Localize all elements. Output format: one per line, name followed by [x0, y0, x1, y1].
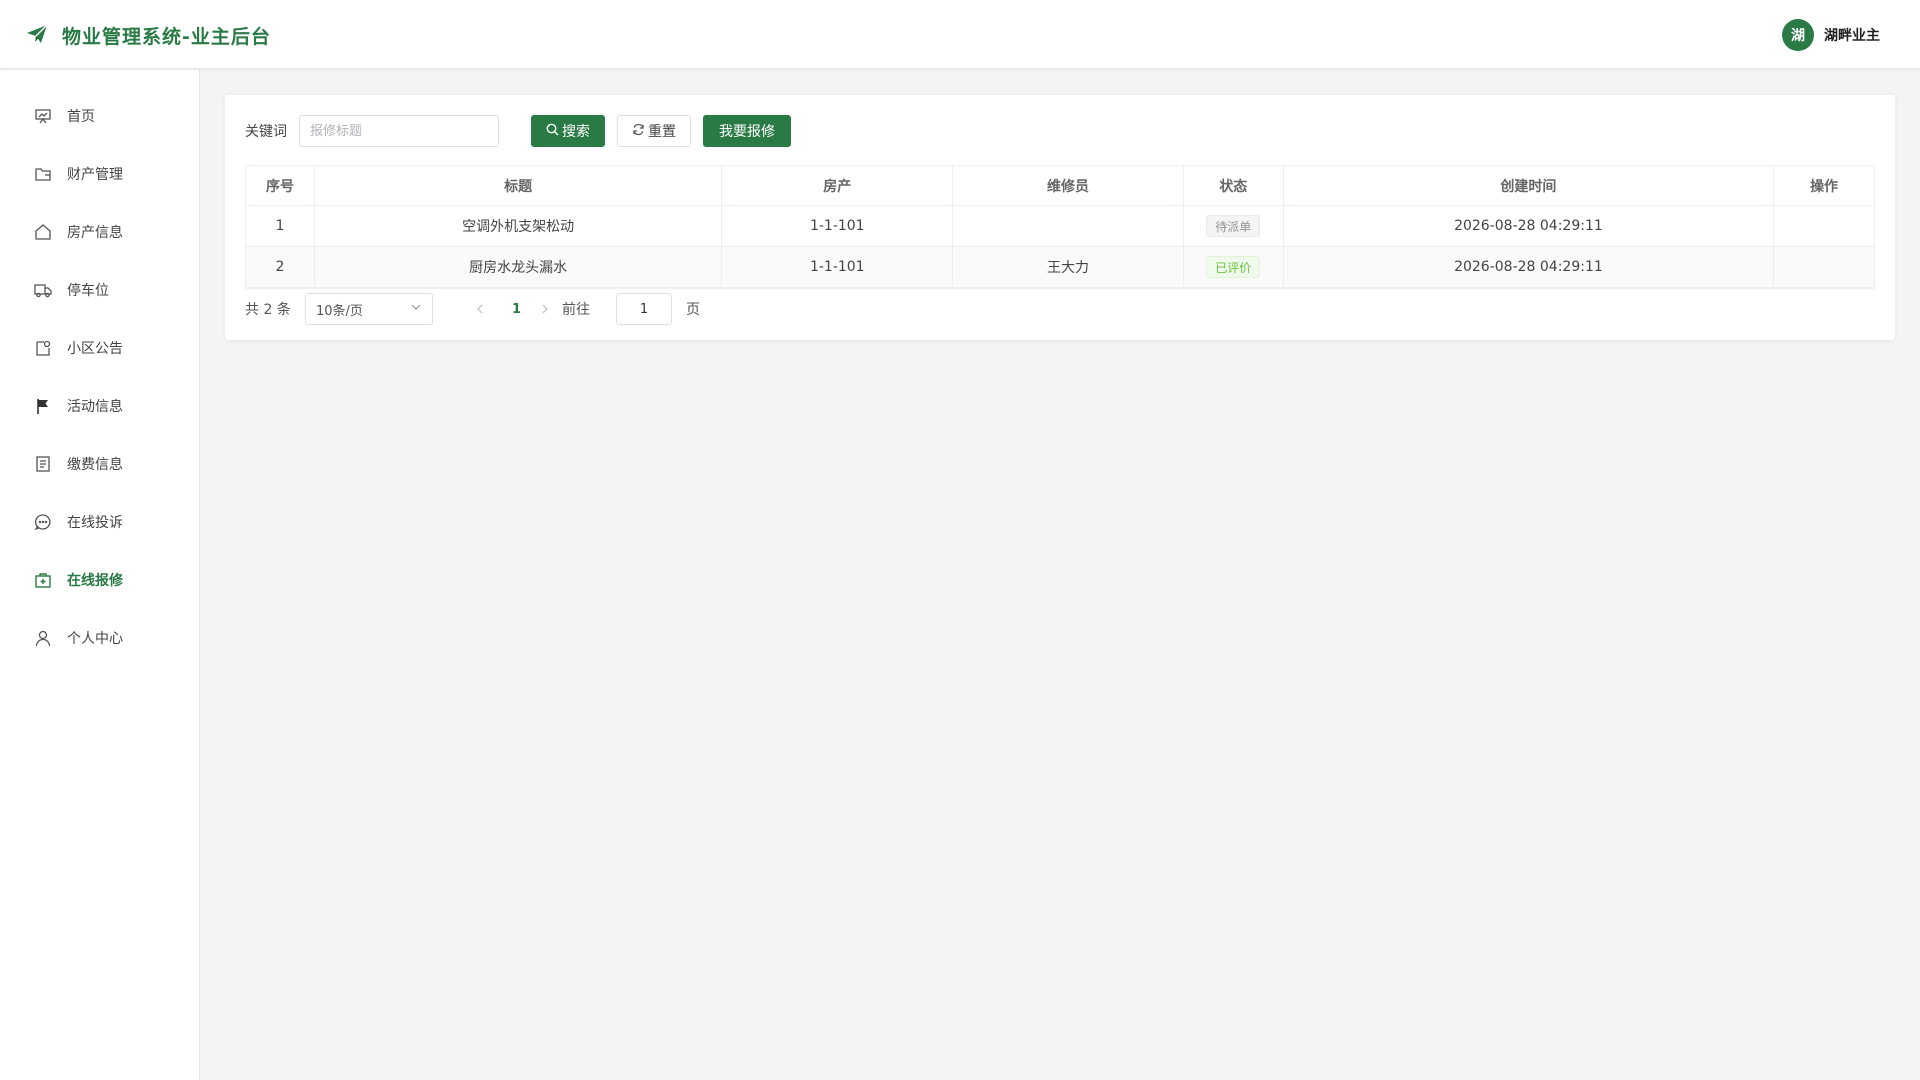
keyword-input[interactable]	[299, 115, 499, 147]
sidebar-item-label: 房产信息	[67, 225, 123, 241]
cell-action	[1774, 247, 1874, 288]
top-bar: 物业管理系统-业主后台 湖 湖畔业主	[0, 0, 1920, 69]
sidebar-item-label: 在线投诉	[67, 515, 123, 531]
username[interactable]: 湖畔业主	[1824, 25, 1880, 45]
sidebar-item-label: 在线报修	[67, 573, 123, 589]
cell-repairer	[953, 206, 1184, 247]
search-icon	[546, 123, 562, 140]
cell-property: 1-1-101	[722, 206, 954, 247]
repair-table: 序号 标题 房产 维修员 状态 创建时间 操作 1 空调外机支架松动 1-1-1…	[245, 165, 1875, 289]
page-size-value: 10条/页	[316, 303, 363, 319]
page-number-current[interactable]: 1	[512, 302, 521, 317]
app-title: 物业管理系统-业主后台	[62, 26, 271, 48]
chevron-right-icon	[542, 304, 548, 313]
next-page-button[interactable]	[540, 300, 550, 319]
page-size-select[interactable]: 10条/页	[305, 293, 433, 325]
search-button[interactable]: 搜索	[531, 115, 605, 147]
reset-button[interactable]: 重置	[617, 115, 691, 147]
sidebar-item-notice[interactable]: 小区公告	[0, 326, 199, 370]
column-header-created[interactable]: 创建时间	[1283, 166, 1775, 206]
add-repair-button[interactable]: 我要报修	[703, 115, 791, 147]
column-header-index[interactable]: 序号	[246, 166, 315, 206]
sidebar-item-label: 首页	[67, 109, 95, 125]
user-icon	[34, 629, 52, 647]
folder-icon	[34, 165, 52, 183]
prev-page-button[interactable]	[475, 300, 485, 319]
sidebar-item-property[interactable]: 房产信息	[0, 210, 199, 254]
repair-list-card: 关键词 搜索 重置 我要报修 序号 标题 房产 维修员 状态 创建时间 操作 1…	[225, 95, 1895, 340]
document-icon	[34, 455, 52, 473]
table-row[interactable]: 2 厨房水龙头漏水 1-1-101 王大力 已评价 2026-08-28 04:…	[246, 247, 1874, 288]
sidebar-item-activity[interactable]: 活动信息	[0, 384, 199, 428]
goto-page-input[interactable]	[616, 293, 672, 325]
house-icon	[34, 223, 52, 241]
goto-label: 前往	[562, 302, 590, 318]
cell-status: 待派单	[1183, 206, 1284, 247]
cell-title: 空调外机支架松动	[314, 206, 723, 247]
chevron-down-icon	[410, 301, 422, 317]
sidebar-item-label: 活动信息	[67, 399, 123, 415]
cell-property: 1-1-101	[722, 247, 954, 288]
sidebar-item-profile[interactable]: 个人中心	[0, 616, 199, 660]
cell-action	[1774, 206, 1874, 247]
sidebar-item-complaint[interactable]: 在线投诉	[0, 500, 199, 544]
paper-plane-icon	[26, 23, 48, 48]
dashboard-icon	[34, 107, 52, 125]
sidebar-item-label: 缴费信息	[67, 457, 123, 473]
avatar[interactable]: 湖	[1782, 19, 1814, 51]
page-suffix-label: 页	[686, 302, 700, 318]
column-header-property[interactable]: 房产	[722, 166, 954, 206]
sidebar-item-repair[interactable]: 在线报修	[0, 558, 199, 602]
flag-icon	[34, 397, 52, 415]
chat-icon	[34, 513, 52, 531]
column-header-action[interactable]: 操作	[1774, 166, 1874, 206]
cell-title: 厨房水龙头漏水	[314, 247, 723, 288]
cell-index: 2	[246, 247, 315, 288]
brand: 物业管理系统-业主后台	[26, 22, 271, 49]
sidebar-item-payment[interactable]: 缴费信息	[0, 442, 199, 486]
cell-created: 2026-08-28 04:29:11	[1283, 206, 1775, 247]
user-menu[interactable]: 湖 湖畔业主	[1782, 19, 1880, 51]
cell-status: 已评价	[1183, 247, 1284, 288]
sidebar: 首页 财产管理 房产信息 停车位 小区公告 活动信息 缴费信息 在线投诉 在线报…	[0, 70, 200, 1080]
sidebar-item-home[interactable]: 首页	[0, 94, 199, 138]
chevron-left-icon	[477, 304, 483, 313]
column-header-repairer[interactable]: 维修员	[953, 166, 1184, 206]
notice-icon	[34, 339, 52, 357]
search-button-label: 搜索	[562, 124, 590, 140]
cell-index: 1	[246, 206, 315, 247]
cell-repairer: 王大力	[953, 247, 1184, 288]
pagination: 共 2 条 10条/页 1 前往 页	[245, 293, 1245, 325]
reset-button-label: 重置	[648, 124, 676, 140]
sidebar-item-assets[interactable]: 财产管理	[0, 152, 199, 196]
status-badge: 待派单	[1206, 215, 1261, 237]
sidebar-item-label: 小区公告	[67, 341, 123, 357]
keyword-label: 关键词	[245, 124, 287, 140]
table-row[interactable]: 1 空调外机支架松动 1-1-101 待派单 2026-08-28 04:29:…	[246, 206, 1874, 247]
cell-created: 2026-08-28 04:29:11	[1283, 247, 1775, 288]
table-header-row: 序号 标题 房产 维修员 状态 创建时间 操作	[246, 166, 1874, 206]
column-header-title[interactable]: 标题	[314, 166, 723, 206]
sidebar-item-label: 停车位	[67, 283, 109, 299]
column-header-status[interactable]: 状态	[1183, 166, 1284, 206]
pagination-total: 共 2 条	[245, 302, 291, 318]
sidebar-item-label: 财产管理	[67, 167, 123, 183]
sidebar-item-label: 个人中心	[67, 631, 123, 647]
refresh-icon	[632, 123, 648, 140]
sidebar-item-parking[interactable]: 停车位	[0, 268, 199, 312]
status-badge: 已评价	[1206, 256, 1261, 278]
truck-icon	[34, 281, 52, 299]
first-aid-icon	[34, 571, 52, 589]
